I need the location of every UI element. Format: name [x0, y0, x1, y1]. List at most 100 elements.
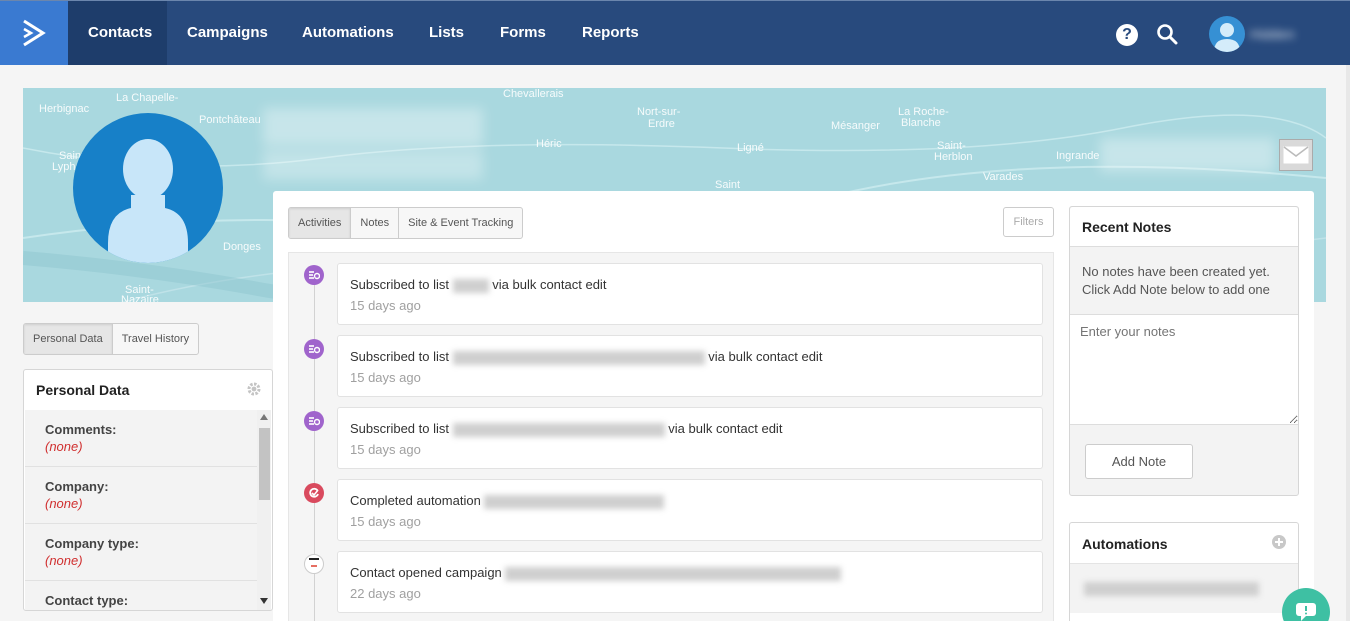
map-label: Ligné	[737, 142, 764, 154]
personal-data-title: Personal Data	[36, 382, 130, 398]
activity-text: Subscribed to list	[350, 421, 449, 436]
field-company-type[interactable]: Company type: (none)	[25, 524, 257, 581]
nav-automations[interactable]: Automations	[302, 1, 394, 65]
nav-contacts[interactable]: Contacts	[68, 1, 167, 65]
user-name[interactable]: Hidden	[1250, 23, 1340, 45]
map-label: Nazaire	[121, 294, 159, 302]
redacted-list-name	[452, 422, 665, 437]
map-label: Blanche	[901, 117, 941, 129]
redacted-automation-name	[484, 494, 665, 509]
activity-time: 15 days ago	[350, 441, 421, 457]
activity-time: 15 days ago	[350, 369, 421, 385]
activity-text: Completed automation	[350, 493, 481, 508]
field-value: (none)	[45, 496, 83, 511]
top-navigation: Contacts Campaigns Automations Lists For…	[0, 0, 1350, 65]
scroll-thumb[interactable]	[259, 428, 270, 500]
contact-silhouette-icon	[108, 139, 188, 263]
field-value: (none)	[45, 439, 83, 454]
map-label: Pontchâteau	[199, 114, 261, 126]
activity-text: Subscribed to list	[350, 277, 449, 292]
personal-data-scrollbar[interactable]	[257, 410, 271, 610]
activity-suffix: via bulk contact edit	[668, 421, 783, 436]
contact-name-redacted	[263, 108, 483, 146]
activity-tabs: Activities Notes Site & Event Tracking	[288, 207, 524, 239]
activity-item[interactable]: Completed automation 15 days ago	[337, 479, 1043, 541]
activity-item[interactable]: Subscribed to list via bulk contact edit…	[337, 335, 1043, 397]
add-automation-icon[interactable]	[1271, 534, 1287, 550]
tab-notes[interactable]: Notes	[351, 208, 400, 238]
logo-chevron-icon	[23, 19, 46, 47]
campaign-open-icon	[304, 554, 324, 574]
left-tabs: Personal Data Travel History	[23, 323, 200, 355]
search-icon[interactable]	[1156, 23, 1178, 45]
map-label: Héric	[536, 138, 562, 150]
scroll-down-icon[interactable]	[260, 598, 268, 604]
activity-item[interactable]: Contact opened campaign 22 days ago	[337, 551, 1043, 613]
list-subscribe-icon	[304, 411, 324, 431]
field-label: Comments:	[45, 422, 117, 437]
field-comments[interactable]: Comments: (none)	[25, 410, 257, 467]
map-label: Saint	[715, 179, 741, 191]
automation-complete-icon	[304, 483, 324, 503]
automations-panel: Automations	[1069, 522, 1299, 621]
nav-reports[interactable]: Reports	[582, 1, 639, 65]
contact-avatar[interactable]	[73, 113, 223, 263]
map-label: Varades	[983, 171, 1024, 183]
tab-activities[interactable]: Activities	[289, 208, 352, 238]
tab-travel-history[interactable]: Travel History	[113, 324, 198, 354]
redacted-campaign-name	[505, 566, 842, 581]
scroll-up-icon[interactable]	[260, 414, 268, 420]
field-label: Contact type:	[45, 593, 129, 608]
chat-icon	[1296, 603, 1316, 621]
activity-item[interactable]: Subscribed to list via bulk contact edit…	[337, 407, 1043, 469]
field-contact-type[interactable]: Contact type:	[25, 581, 257, 610]
envelope-icon	[1283, 146, 1309, 164]
nav-lists[interactable]: Lists	[429, 1, 464, 65]
field-value: (none)	[45, 553, 83, 568]
field-label: Company:	[45, 479, 109, 494]
redacted-automation	[1084, 582, 1259, 596]
recent-notes-panel: Recent Notes No notes have been created …	[1069, 206, 1299, 496]
map-label: Herblon	[934, 151, 973, 163]
filters-button[interactable]: Filters	[1003, 207, 1054, 237]
map-label: Erdre	[648, 118, 675, 130]
map-label: La Chapelle-	[116, 92, 179, 104]
list-subscribe-icon	[304, 339, 324, 359]
help-icon[interactable]: ?	[1116, 24, 1138, 46]
field-company[interactable]: Company: (none)	[25, 467, 257, 524]
add-note-button[interactable]: Add Note	[1085, 444, 1193, 479]
personal-data-list: Comments: (none) Company: (none) Company…	[25, 410, 257, 610]
nav-forms[interactable]: Forms	[500, 1, 546, 65]
activity-suffix: via bulk contact edit	[492, 277, 607, 292]
page-scrollbar[interactable]	[1346, 65, 1350, 621]
activity-item[interactable]: Subscribed to list via bulk contact edit…	[337, 263, 1043, 325]
map-label: Donges	[223, 241, 261, 253]
field-label: Company type:	[45, 536, 139, 551]
contact-email-redacted	[263, 150, 483, 180]
tab-site-event-tracking[interactable]: Site & Event Tracking	[399, 208, 522, 238]
personal-data-panel: Personal Data Comments: (none) Company: …	[23, 369, 273, 611]
activity-time: 22 days ago	[350, 585, 421, 601]
map-label: Chevallerais	[503, 88, 564, 100]
send-email-button[interactable]	[1279, 139, 1313, 171]
list-subscribe-icon	[304, 265, 324, 285]
notes-textarea[interactable]	[1070, 314, 1298, 425]
automations-title: Automations	[1082, 536, 1168, 552]
map-label: Nort-sur-	[637, 106, 681, 118]
activity-time: 15 days ago	[350, 297, 421, 313]
map-label: Mésanger	[831, 120, 880, 132]
activity-suffix: via bulk contact edit	[708, 349, 823, 364]
no-notes-message: No notes have been created yet. Click Ad…	[1082, 264, 1270, 297]
recent-notes-title: Recent Notes	[1082, 219, 1172, 235]
activecampaign-logo[interactable]	[0, 1, 68, 65]
contact-info-redacted	[1100, 138, 1275, 172]
tab-personal-data[interactable]: Personal Data	[24, 324, 113, 354]
gear-icon[interactable]	[246, 381, 262, 397]
map-label: Ingrande	[1056, 150, 1100, 162]
user-silhouette-icon	[1214, 23, 1240, 52]
nav-campaigns[interactable]: Campaigns	[187, 1, 268, 65]
user-avatar[interactable]	[1209, 16, 1245, 52]
redacted-list-name	[452, 350, 705, 365]
activity-time: 15 days ago	[350, 513, 421, 529]
redacted-list-name	[452, 278, 489, 293]
